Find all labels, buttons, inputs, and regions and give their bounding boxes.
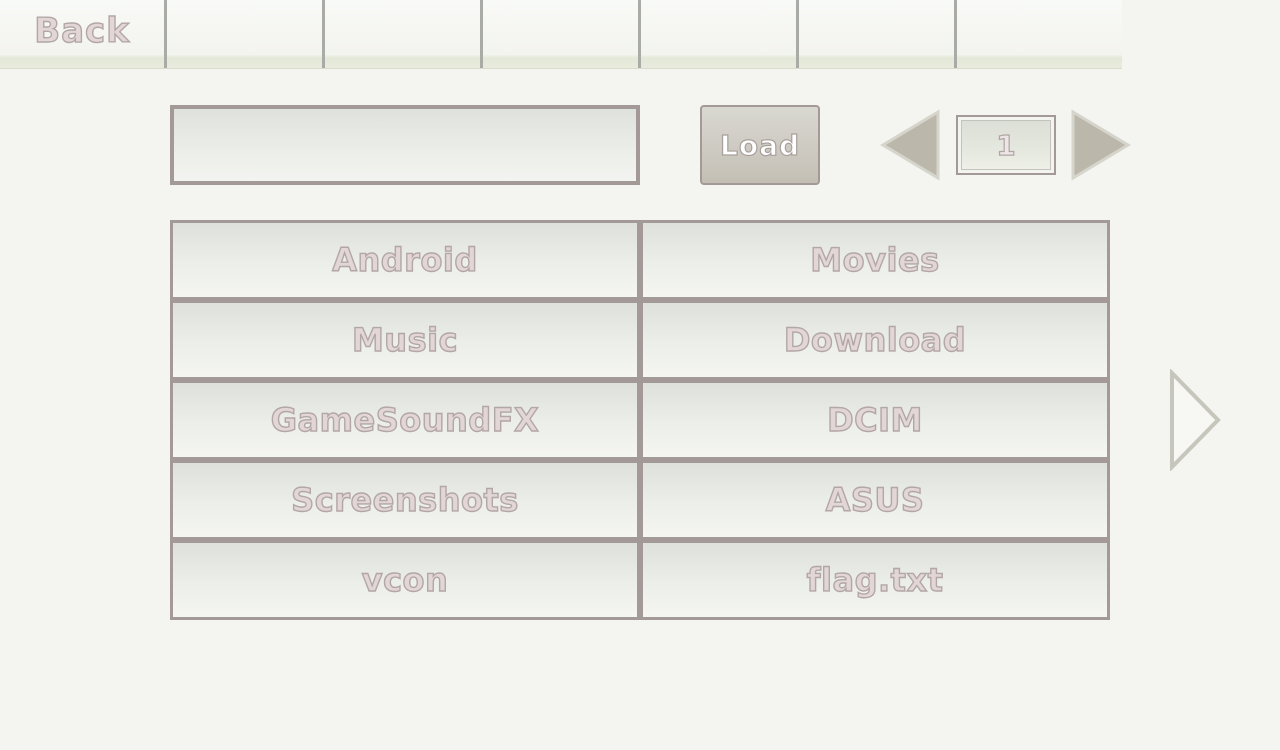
file-item-download[interactable]: Download xyxy=(640,300,1110,380)
back-button-label: Back xyxy=(33,10,130,51)
file-item-asus[interactable]: ASUS xyxy=(640,460,1110,540)
file-item-label: DCIM xyxy=(826,400,923,439)
file-item-label: Music xyxy=(351,320,459,359)
file-item-label: Screenshots xyxy=(290,480,519,519)
back-button[interactable]: Back xyxy=(0,0,167,68)
load-button[interactable]: Load xyxy=(700,105,820,185)
tab-empty-2[interactable] xyxy=(325,0,483,68)
file-browser-screen: Back Load 1 Android Movies Music Downloa… xyxy=(0,0,1280,750)
page-number: 1 xyxy=(961,120,1051,170)
file-item-label: GameSoundFX xyxy=(270,400,540,439)
file-item-gamesoundfx[interactable]: GameSoundFX xyxy=(170,380,640,460)
top-tab-bar: Back xyxy=(0,0,1122,69)
file-item-screenshots[interactable]: Screenshots xyxy=(170,460,640,540)
file-item-label: flag.txt xyxy=(806,560,944,599)
file-item-label: vcon xyxy=(361,560,449,599)
tab-empty-5[interactable] xyxy=(799,0,957,68)
file-item-label: Android xyxy=(332,240,478,279)
file-item-label: Download xyxy=(783,320,967,359)
tab-empty-1[interactable] xyxy=(167,0,325,68)
side-next-icon[interactable] xyxy=(1168,369,1222,471)
file-item-label: Movies xyxy=(810,240,940,279)
page-number-box: 1 xyxy=(956,115,1056,175)
prev-page-icon[interactable] xyxy=(880,109,940,181)
file-item-android[interactable]: Android xyxy=(170,220,640,300)
load-button-label: Load xyxy=(719,128,800,162)
file-list: Android Movies Music Download GameSoundF… xyxy=(170,220,1110,620)
next-page-icon[interactable] xyxy=(1071,109,1131,181)
file-item-label: ASUS xyxy=(825,480,925,519)
file-item-vcon[interactable]: vcon xyxy=(170,540,640,620)
tab-empty-3[interactable] xyxy=(483,0,641,68)
tab-empty-6[interactable] xyxy=(957,0,1122,68)
file-item-dcim[interactable]: DCIM xyxy=(640,380,1110,460)
tab-empty-4[interactable] xyxy=(641,0,799,68)
file-item-music[interactable]: Music xyxy=(170,300,640,380)
file-item-movies[interactable]: Movies xyxy=(640,220,1110,300)
path-input[interactable] xyxy=(170,105,640,185)
file-item-flag-txt[interactable]: flag.txt xyxy=(640,540,1110,620)
